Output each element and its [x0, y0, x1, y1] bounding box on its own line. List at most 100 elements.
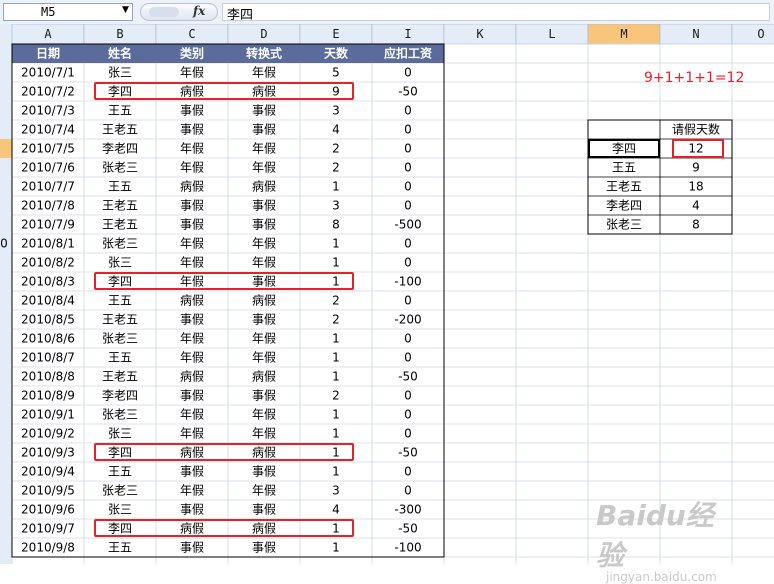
summary-name-4[interactable]: 张老三 [606, 218, 642, 232]
summary-name-1[interactable]: 王五 [612, 161, 636, 175]
cell-24-4[interactable]: 1 [332, 522, 340, 536]
cell-10-2[interactable]: 年假 [180, 256, 204, 270]
summary-days-1[interactable]: 9 [692, 161, 700, 175]
cell-10-3[interactable]: 年假 [252, 256, 276, 270]
cell-8-2[interactable]: 事假 [180, 218, 204, 232]
summary-name-2[interactable]: 王老五 [606, 180, 642, 194]
cell-5-2[interactable]: 年假 [180, 161, 204, 175]
row-header-selected[interactable] [0, 139, 12, 158]
cell-9-3[interactable]: 年假 [252, 237, 276, 251]
cell-22-2[interactable]: 年假 [180, 484, 204, 498]
cell-19-5[interactable]: 0 [404, 427, 412, 441]
cell-11-5[interactable]: -100 [394, 275, 421, 289]
cell-11-1[interactable]: 李四 [108, 274, 132, 289]
cell-11-0[interactable]: 2010/8/3 [21, 275, 75, 289]
cell-22-5[interactable]: 0 [404, 484, 412, 498]
cell-10-5[interactable]: 0 [404, 256, 412, 270]
cell-19-0[interactable]: 2010/9/2 [21, 427, 75, 441]
summary-name-3[interactable]: 李老四 [606, 198, 642, 213]
cell-4-5[interactable]: 0 [404, 142, 412, 156]
cell-13-5[interactable]: -200 [394, 313, 421, 327]
cell-24-0[interactable]: 2010/9/7 [21, 522, 75, 536]
cell-23-2[interactable]: 事假 [180, 503, 204, 517]
cell-5-0[interactable]: 2010/7/6 [21, 161, 75, 175]
cell-17-1[interactable]: 李老四 [102, 388, 138, 403]
cell-7-0[interactable]: 2010/7/8 [21, 199, 75, 213]
cell-20-1[interactable]: 李四 [108, 445, 132, 460]
cell-4-3[interactable]: 年假 [252, 142, 276, 156]
cell-16-1[interactable]: 王老五 [102, 370, 138, 384]
cell-6-2[interactable]: 病假 [180, 179, 204, 194]
cell-18-3[interactable]: 年假 [252, 408, 276, 422]
cell-18-2[interactable]: 年假 [180, 408, 204, 422]
cell-20-5[interactable]: -50 [398, 446, 418, 460]
cell-6-5[interactable]: 0 [404, 180, 412, 194]
cell-18-5[interactable]: 0 [404, 408, 412, 422]
cell-0-0[interactable]: 2010/7/1 [21, 66, 75, 80]
cell-21-5[interactable]: 0 [404, 465, 412, 479]
cell-17-0[interactable]: 2010/8/9 [21, 389, 75, 403]
cell-23-5[interactable]: -300 [394, 503, 421, 517]
cell-2-5[interactable]: 0 [404, 104, 412, 118]
cell-12-0[interactable]: 2010/8/4 [21, 294, 75, 308]
cell-10-0[interactable]: 2010/8/2 [21, 256, 75, 270]
cell-20-4[interactable]: 1 [332, 446, 340, 460]
cell-1-4[interactable]: 9 [332, 85, 340, 99]
cell-1-2[interactable]: 病假 [180, 84, 204, 99]
cell-24-5[interactable]: -50 [398, 522, 418, 536]
cell-9-2[interactable]: 年假 [180, 237, 204, 251]
cell-21-4[interactable]: 1 [332, 465, 340, 479]
cell-8-3[interactable]: 事假 [252, 218, 276, 232]
cell-17-2[interactable]: 事假 [180, 389, 204, 403]
cell-12-5[interactable]: 0 [404, 294, 412, 308]
cell-13-2[interactable]: 事假 [180, 313, 204, 327]
cell-14-2[interactable]: 年假 [180, 332, 204, 346]
cell-19-3[interactable]: 年假 [252, 427, 276, 441]
cell-20-3[interactable]: 病假 [252, 445, 276, 460]
cell-14-1[interactable]: 张老三 [102, 332, 138, 346]
cell-2-3[interactable]: 事假 [252, 104, 276, 118]
cell-22-3[interactable]: 年假 [252, 484, 276, 498]
cell-25-2[interactable]: 事假 [180, 541, 204, 555]
cell-9-0[interactable]: 2010/8/1 [21, 237, 75, 251]
cell-12-2[interactable]: 病假 [180, 293, 204, 308]
cell-0-4[interactable]: 5 [332, 66, 340, 80]
cell-3-2[interactable]: 事假 [180, 123, 204, 137]
cell-9-1[interactable]: 张老三 [102, 237, 138, 251]
cell-15-2[interactable]: 年假 [180, 351, 204, 365]
cell-13-0[interactable]: 2010/8/5 [21, 313, 75, 327]
cell-9-4[interactable]: 1 [332, 237, 340, 251]
cell-15-5[interactable]: 0 [404, 351, 412, 365]
cell-2-1[interactable]: 王五 [108, 104, 132, 118]
cell-23-3[interactable]: 事假 [252, 503, 276, 517]
formula-input[interactable]: 李四 [222, 3, 770, 23]
column-header-O[interactable] [731, 24, 774, 45]
cell-18-0[interactable]: 2010/9/1 [21, 408, 75, 422]
cell-25-0[interactable]: 2010/9/8 [21, 541, 75, 555]
cell-17-4[interactable]: 2 [332, 389, 340, 403]
cell-0-1[interactable]: 张三 [108, 66, 132, 80]
insert-function-icon[interactable]: fx [193, 4, 205, 18]
cell-20-0[interactable]: 2010/9/3 [21, 446, 75, 460]
cell-3-1[interactable]: 王老五 [102, 123, 138, 137]
summary-name-0[interactable]: 李四 [612, 141, 636, 156]
cell-4-1[interactable]: 李老四 [102, 141, 138, 156]
cell-14-0[interactable]: 2010/8/6 [21, 332, 75, 346]
cell-15-1[interactable]: 王五 [108, 351, 132, 365]
summary-days-0[interactable]: 12 [688, 142, 703, 156]
cell-18-4[interactable]: 1 [332, 408, 340, 422]
cell-1-1[interactable]: 李四 [108, 84, 132, 99]
cell-18-1[interactable]: 张老三 [102, 408, 138, 422]
cell-25-1[interactable]: 王五 [108, 541, 132, 555]
cell-21-2[interactable]: 事假 [180, 465, 204, 479]
cell-21-1[interactable]: 王五 [108, 465, 132, 479]
cell-13-4[interactable]: 2 [332, 313, 340, 327]
cell-5-5[interactable]: 0 [404, 161, 412, 175]
cell-10-1[interactable]: 张三 [108, 256, 132, 270]
cell-8-5[interactable]: -500 [394, 218, 421, 232]
cell-6-4[interactable]: 1 [332, 180, 340, 194]
cell-3-4[interactable]: 4 [332, 123, 340, 137]
name-box[interactable]: M5 ▼ [3, 3, 133, 21]
chevron-down-icon[interactable]: ▼ [122, 5, 129, 15]
cell-7-3[interactable]: 事假 [252, 199, 276, 213]
